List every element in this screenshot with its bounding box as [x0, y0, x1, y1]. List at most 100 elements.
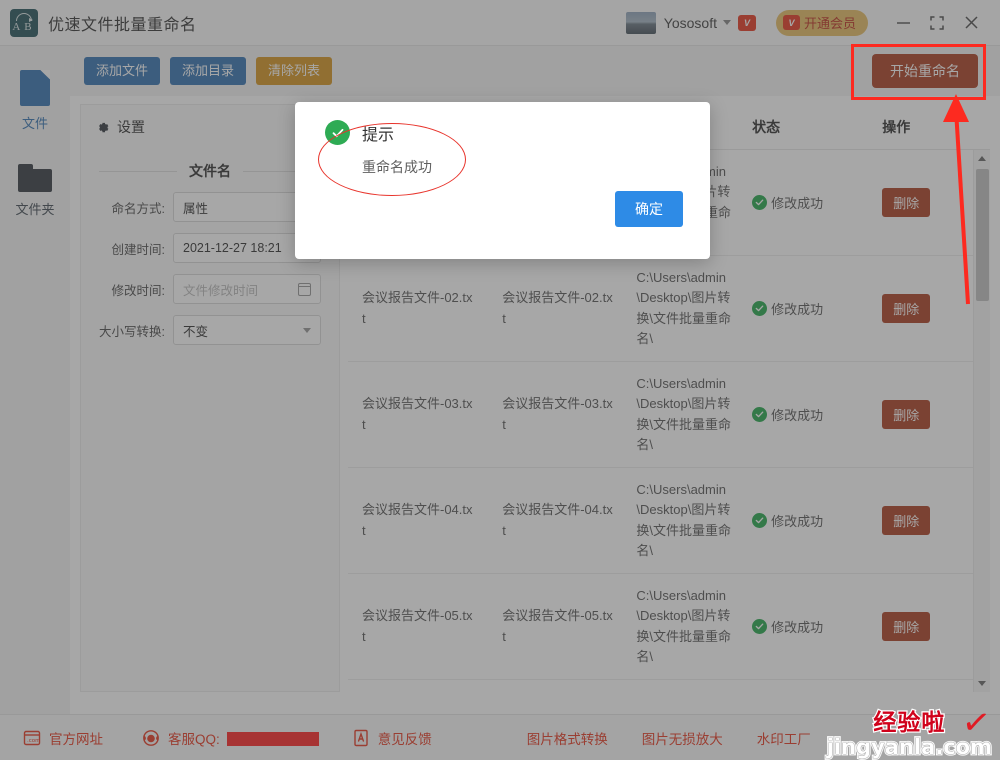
file-icon	[20, 70, 50, 106]
status-label: 修改成功	[771, 620, 824, 635]
customer-service-qq-label: 客服QQ:	[168, 731, 220, 747]
cell-directory: C:\Users\admin\Desktop\图片转换\文件批量重命名\	[636, 482, 732, 558]
settings-title: 设置	[117, 119, 145, 135]
vip-badge-icon: V	[782, 15, 800, 30]
table-row[interactable]: 会议报告文件-04.txt 会议报告文件-04.txt C:\Users\adm…	[348, 468, 990, 574]
username-label[interactable]: Yososoft	[664, 15, 717, 31]
column-header-status: 状态	[752, 118, 781, 135]
feedback-icon	[351, 728, 371, 748]
case-convert-label: 大小写转换:	[99, 324, 165, 339]
official-website-label: 官方网址	[49, 731, 103, 747]
open-membership-label: 开通会员	[803, 16, 856, 31]
modify-time-input[interactable]: 文件修改时间	[173, 274, 321, 304]
cell-filename: 会议报告文件-02.txt	[362, 289, 473, 326]
cell-directory: C:\Users\admin\Desktop\图片转换\文件批量重命名\	[636, 588, 732, 664]
start-rename-button[interactable]: 开始重命名	[872, 53, 978, 89]
clear-list-button[interactable]: 清除列表	[256, 57, 333, 85]
dialog-confirm-button[interactable]: 确定	[615, 191, 683, 227]
application-window: AB 优速文件批量重命名 Yososoft V V 开通会员 文件 文件夹 添加…	[0, 0, 1000, 760]
case-convert-select[interactable]: 不变	[173, 315, 321, 345]
cell-status: 修改成功	[744, 511, 874, 530]
customer-service-qq[interactable]: 客服QQ:	[141, 728, 319, 748]
close-icon[interactable]	[954, 8, 988, 38]
scrollbar-thumb[interactable]	[976, 169, 989, 301]
table-row[interactable]: 会议报告文件-02.txt 会议报告文件-02.txt C:\Users\adm…	[348, 256, 990, 362]
dialog-message: 重命名成功	[362, 159, 432, 175]
check-circle-icon	[752, 301, 768, 316]
naming-method-row: 命名方式: 属性	[87, 192, 321, 222]
cell-newname: 会议报告文件-02.txt	[502, 289, 613, 326]
scroll-down-arrow-icon[interactable]	[974, 675, 990, 692]
maximize-icon[interactable]	[920, 8, 954, 38]
dialog-header: 提示	[295, 102, 710, 145]
add-folder-button[interactable]: 添加目录	[170, 57, 247, 85]
modify-time-placeholder: 文件修改时间	[183, 283, 259, 298]
svg-text:.com: .com	[27, 738, 41, 744]
link-watermark-factory[interactable]: 水印工厂	[757, 728, 811, 748]
gear-icon	[95, 120, 110, 135]
cell-directory: C:\Users\admin\Desktop\图片转换\文件批量重命名\	[636, 376, 732, 452]
calendar-icon[interactable]	[297, 282, 312, 296]
com-site-icon: .com	[22, 728, 42, 748]
dialog-title: 提示	[362, 126, 395, 144]
watermark-check-icon: ✓	[958, 701, 993, 745]
status-label: 修改成功	[771, 302, 824, 317]
link-image-upscale[interactable]: 图片无损放大	[642, 728, 723, 748]
cell-status: 修改成功	[744, 617, 874, 636]
link-image-format-convert[interactable]: 图片格式转换	[527, 728, 608, 748]
naming-method-label: 命名方式:	[111, 201, 165, 216]
sidebar-item-files[interactable]: 文件	[0, 46, 70, 132]
table-row[interactable]: 会议报告文件-03.txt 会议报告文件-03.txt C:\Users\adm…	[348, 362, 990, 468]
dialog-footer: 确定	[295, 177, 710, 227]
table-row[interactable]: 会议报告文件-05.txt 会议报告文件-05.txt C:\Users\adm…	[348, 574, 990, 680]
check-circle-icon	[325, 120, 350, 145]
create-time-label: 创建时间:	[111, 242, 165, 257]
modify-time-row: 修改时间: 文件修改时间	[87, 274, 321, 304]
delete-row-button[interactable]: 删除	[882, 294, 931, 323]
add-file-button[interactable]: 添加文件	[84, 57, 161, 85]
status-label: 修改成功	[771, 196, 824, 211]
check-circle-icon	[752, 513, 768, 528]
column-header-action: 操作	[882, 118, 911, 135]
case-convert-value: 不变	[183, 324, 209, 339]
create-time-value: 2021-12-27 18:21	[183, 241, 282, 255]
check-circle-icon	[752, 407, 768, 422]
cell-newname: 会议报告文件-05.txt	[502, 607, 613, 644]
window-controls	[886, 8, 988, 38]
vip-badge-icon: V	[737, 14, 756, 31]
feedback-link[interactable]: 意见反馈	[351, 728, 432, 748]
cell-newname: 会议报告文件-03.txt	[502, 395, 613, 432]
headset-icon	[141, 728, 161, 748]
create-time-row: 创建时间: 2021-12-27 18:21	[87, 233, 321, 263]
qq-number-redacted	[226, 731, 319, 746]
sidebar: 文件 文件夹	[0, 46, 70, 714]
folder-icon	[18, 164, 52, 192]
status-label: 修改成功	[771, 514, 824, 529]
filename-section-divider: 文件名	[99, 161, 321, 181]
avatar[interactable]	[625, 11, 656, 34]
delete-row-button[interactable]: 删除	[882, 400, 931, 429]
title-bar: AB 优速文件批量重命名 Yososoft V V 开通会员	[0, 0, 1000, 46]
cell-status: 修改成功	[744, 299, 874, 318]
site-watermark: 经验啦 jingyanla.com ✓	[825, 701, 993, 759]
sidebar-item-folders[interactable]: 文件夹	[0, 132, 70, 218]
cell-filename: 会议报告文件-05.txt	[362, 607, 473, 644]
scroll-up-arrow-icon[interactable]	[974, 150, 990, 167]
open-membership-button[interactable]: V 开通会员	[775, 9, 868, 36]
chevron-down-icon[interactable]	[722, 20, 731, 25]
table-scrollbar[interactable]	[973, 150, 990, 692]
official-website-link[interactable]: .com 官方网址	[22, 728, 103, 748]
minimize-icon[interactable]	[886, 8, 920, 38]
delete-row-button[interactable]: 删除	[882, 612, 931, 641]
sidebar-item-label: 文件夹	[15, 202, 55, 217]
cell-status: 修改成功	[744, 405, 874, 424]
delete-row-button[interactable]: 删除	[882, 188, 931, 217]
app-title: 优速文件批量重命名	[48, 16, 197, 34]
check-circle-icon	[752, 195, 768, 210]
delete-row-button[interactable]: 删除	[882, 506, 931, 535]
chevron-down-icon[interactable]	[303, 327, 311, 333]
filename-section-label: 文件名	[189, 163, 231, 179]
cell-newname: 会议报告文件-04.txt	[502, 501, 613, 538]
status-label: 修改成功	[771, 408, 824, 423]
naming-method-value: 属性	[183, 201, 209, 216]
